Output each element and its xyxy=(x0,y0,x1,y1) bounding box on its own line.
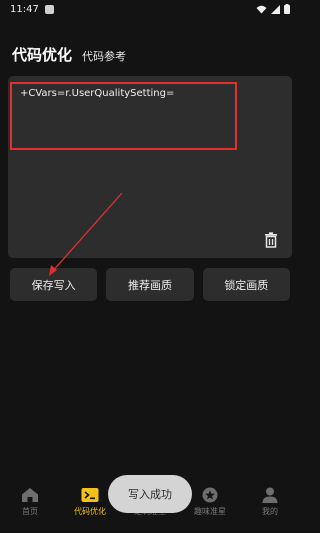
signal-icon xyxy=(271,4,280,14)
tab-profile-label: 我的 xyxy=(262,507,278,516)
tab-fun-crosshair-label: 趣味准星 xyxy=(194,507,226,516)
star-icon xyxy=(202,487,218,503)
lock-quality-button[interactable]: 锁定画质 xyxy=(202,268,290,301)
page-header: 代码优化 代码参考 xyxy=(12,44,126,65)
toast-message: 写入成功 xyxy=(108,475,192,513)
wifi-icon xyxy=(256,5,267,13)
tab-profile[interactable]: 我的 xyxy=(240,482,300,533)
home-icon xyxy=(22,488,38,502)
tab-home-label: 首页 xyxy=(22,507,38,516)
notification-icon xyxy=(44,4,54,14)
trash-icon[interactable] xyxy=(264,232,278,248)
status-bar: 11:47 xyxy=(0,0,300,18)
page-title: 代码优化 xyxy=(12,46,73,64)
action-buttons: 保存写入 推荐画质 锁定画质 xyxy=(10,268,290,301)
annotation-highlight-box xyxy=(10,82,237,150)
battery-icon xyxy=(284,4,290,14)
save-write-button[interactable]: 保存写入 xyxy=(10,268,98,301)
code-reference-link[interactable]: 代码参考 xyxy=(82,48,126,64)
person-icon xyxy=(262,487,278,503)
terminal-icon xyxy=(81,488,99,502)
status-time: 11:47 xyxy=(10,3,39,15)
recommend-quality-button[interactable]: 推荐画质 xyxy=(106,268,194,301)
tab-home[interactable]: 首页 xyxy=(0,482,60,533)
code-editor[interactable]: +CVars=r.UserQualitySetting= xyxy=(8,76,292,258)
tab-code-optimize-label: 代码优化 xyxy=(74,507,106,516)
